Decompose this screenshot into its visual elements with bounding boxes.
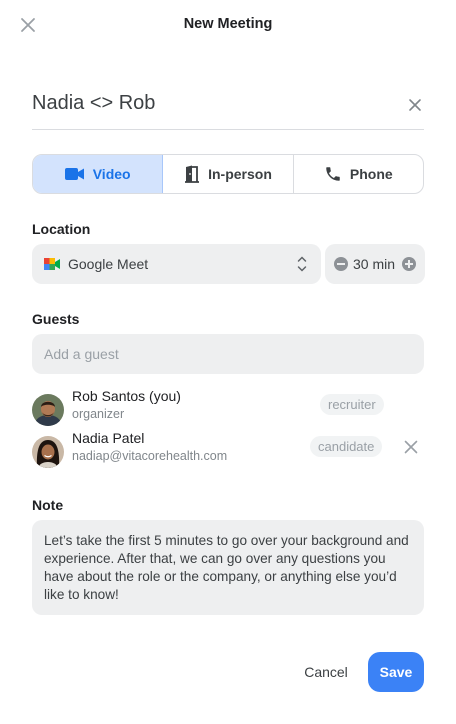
role-badge: candidate — [310, 436, 383, 457]
avatar — [32, 394, 64, 426]
meeting-title-field — [32, 88, 424, 130]
minus-icon[interactable] — [334, 257, 348, 271]
avatar — [32, 436, 64, 468]
guest-subtitle: nadiap@vitacorehealth.com — [72, 449, 228, 463]
meeting-type-in-person-button[interactable]: In-person — [162, 155, 292, 193]
duration-stepper: 30 min — [325, 244, 425, 284]
meeting-type-phone-button[interactable]: Phone — [292, 155, 423, 193]
location-value: Google Meet — [68, 256, 149, 272]
phone-icon — [326, 167, 340, 181]
guest-name: Rob Santos (you) — [72, 388, 181, 404]
guest-row: Rob Santos (you) organizer recruiter — [32, 388, 424, 428]
plus-icon[interactable] — [402, 257, 416, 271]
remove-guest-icon[interactable] — [404, 440, 418, 454]
dialog-title: New Meeting — [183, 16, 273, 32]
location-label: Location — [32, 221, 91, 237]
meeting-type-video-button[interactable]: Video — [33, 155, 163, 193]
guest-name: Nadia Patel — [72, 430, 145, 446]
save-button[interactable]: Save — [368, 652, 424, 692]
meeting-type-in-person-label: In-person — [208, 166, 272, 182]
role-badge: recruiter — [320, 394, 384, 415]
guest-subtitle: organizer — [72, 407, 125, 421]
google-meet-icon — [44, 258, 60, 270]
cancel-button[interactable]: Cancel — [294, 652, 358, 692]
clear-icon[interactable] — [408, 98, 422, 112]
meeting-type-phone-label: Phone — [349, 166, 393, 182]
meeting-type-video-label: Video — [92, 166, 131, 182]
video-camera-icon — [64, 168, 84, 180]
door-icon — [185, 165, 200, 183]
guest-row: Nadia Patel nadiap@vitacorehealth.com ca… — [32, 430, 424, 470]
note-label: Note — [32, 497, 64, 513]
note-textarea[interactable]: Let’s take the first 5 minutes to go ove… — [32, 520, 424, 615]
meeting-title-input[interactable] — [32, 92, 392, 115]
chevron-up-down-icon — [297, 256, 307, 272]
add-guest-input[interactable] — [32, 334, 424, 374]
guests-label: Guests — [32, 311, 80, 327]
location-select[interactable]: Google Meet — [32, 244, 321, 284]
duration-value: 30 min — [353, 256, 396, 272]
meeting-type-selector: Video In-person Phone — [32, 154, 424, 194]
dialog-header: New Meeting — [0, 0, 456, 50]
